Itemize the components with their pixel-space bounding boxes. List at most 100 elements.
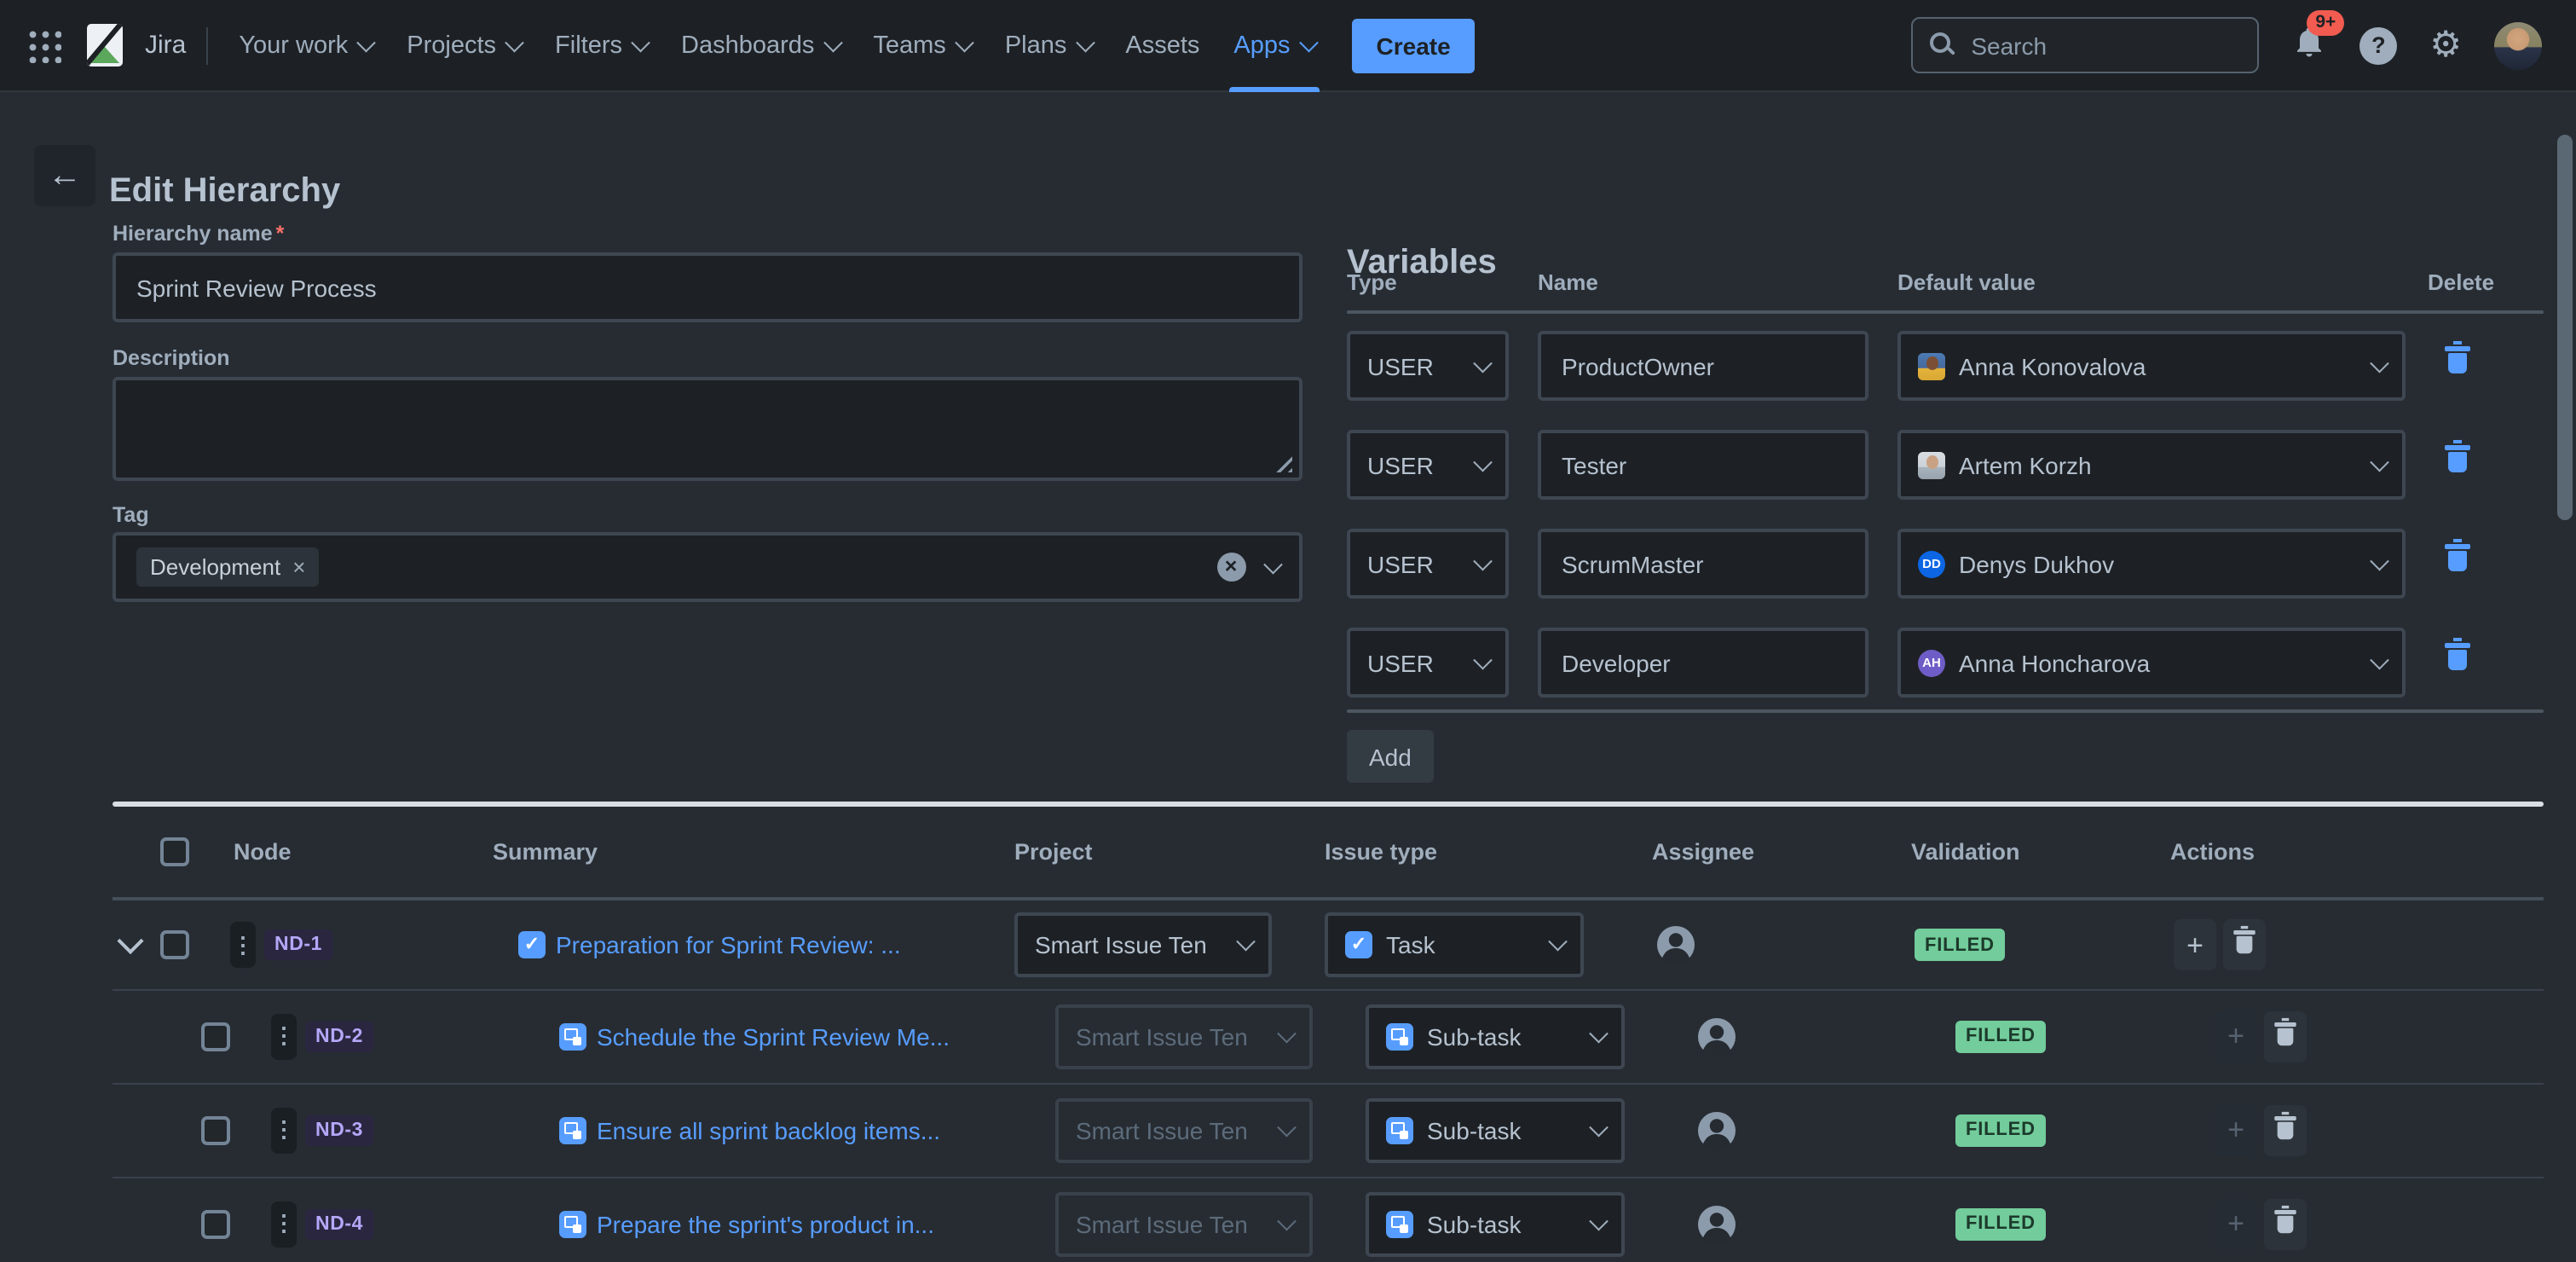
project-select[interactable]: Smart Issue Ten [1055, 1191, 1313, 1256]
delete-variable-button[interactable] [2445, 646, 2470, 679]
search-input[interactable] [1911, 17, 2259, 73]
nav-item-plans[interactable]: Plans [988, 0, 1109, 91]
drag-handle-icon[interactable]: ⋮ [271, 1201, 297, 1247]
delete-variable-button[interactable] [2445, 449, 2470, 481]
row-divider [113, 1177, 2544, 1178]
project-select-value: Smart Issue Ten [1076, 1210, 1248, 1237]
variable-row: USER Anna Konovalova [1347, 331, 2544, 401]
delete-node-button[interactable] [2264, 1104, 2307, 1155]
app-switcher-icon[interactable] [27, 28, 61, 62]
issue-type-icon [518, 931, 546, 958]
drag-handle-icon[interactable]: ⋮ [230, 922, 256, 968]
assignee-avatar-button[interactable] [1696, 1109, 1737, 1150]
variable-name-input[interactable] [1538, 331, 1868, 401]
nav-item-label: Teams [873, 32, 945, 59]
tag-multiselect[interactable]: Development × × [113, 532, 1302, 602]
issue-type-select[interactable]: Sub-task [1366, 1004, 1625, 1068]
select-all-checkbox[interactable] [160, 837, 189, 866]
summary-link[interactable]: Preparation for Sprint Review: ... [556, 931, 901, 958]
project-select[interactable]: Smart Issue Ten [1014, 912, 1272, 977]
node-id-badge: ND-1 [264, 929, 332, 960]
chevron-down-icon [2370, 353, 2388, 371]
delete-node-button[interactable] [2264, 1198, 2307, 1249]
user-avatar[interactable] [2494, 21, 2542, 69]
create-button[interactable]: Create [1353, 18, 1475, 72]
variable-default-value-select[interactable]: AH Anna Honcharova [1897, 628, 2406, 698]
remove-tag-icon[interactable]: × [292, 556, 305, 578]
add-child-node-button[interactable]: + [2174, 919, 2216, 970]
nav-right-cluster: 9+ ? ⚙ [1911, 17, 2542, 73]
notifications-button[interactable]: 9+ [2291, 23, 2327, 67]
assignee-avatar-button[interactable] [1696, 1016, 1737, 1056]
variable-type-select[interactable]: USER [1347, 430, 1509, 500]
nav-item-label: Assets [1125, 32, 1199, 59]
variable-name-input[interactable] [1538, 628, 1868, 698]
variables-col-default: Default value [1897, 269, 2036, 295]
row-checkbox[interactable] [201, 1209, 230, 1238]
issue-type-select[interactable]: Sub-task [1366, 1097, 1625, 1162]
row-checkbox[interactable] [160, 930, 189, 959]
clear-all-icon[interactable]: × [1216, 553, 1245, 582]
chevron-down-icon [357, 32, 375, 50]
issue-type-select[interactable]: Task [1325, 912, 1584, 977]
variable-type-select[interactable]: USER [1347, 331, 1509, 401]
variable-type-value: USER [1367, 352, 1434, 379]
nav-item-label: Apps [1233, 32, 1290, 59]
jira-logo-broken-image-icon[interactable] [87, 24, 123, 67]
assignee-avatar-button[interactable] [1655, 924, 1696, 965]
nav-item-filters[interactable]: Filters [538, 0, 664, 91]
delete-variable-button[interactable] [2445, 547, 2470, 580]
chevron-down-icon [632, 32, 650, 50]
variables-col-name: Name [1538, 269, 1598, 295]
person-icon [1696, 1109, 1737, 1150]
issue-type-select[interactable]: Sub-task [1366, 1191, 1625, 1256]
variable-type-select[interactable]: USER [1347, 628, 1509, 698]
scrollbar-thumb[interactable] [2557, 135, 2573, 520]
summary-link[interactable]: Prepare the sprint's product in... [597, 1210, 934, 1237]
project-select[interactable]: Smart Issue Ten [1055, 1004, 1313, 1068]
assignee-avatar-button[interactable] [1696, 1203, 1737, 1244]
variable-default-value-select[interactable]: DD Denys Dukhov [1897, 529, 2406, 599]
summary-link[interactable]: Schedule the Sprint Review Me... [597, 1022, 950, 1050]
variable-name-input[interactable] [1538, 430, 1868, 500]
drag-handle-icon[interactable]: ⋮ [271, 1013, 297, 1059]
add-child-node-button[interactable]: + [2215, 1010, 2257, 1062]
drag-handle-icon[interactable]: ⋮ [271, 1107, 297, 1153]
project-select[interactable]: Smart Issue Ten [1055, 1097, 1313, 1162]
row-checkbox[interactable] [201, 1022, 230, 1051]
table-col-issue-type: Issue type [1325, 839, 1437, 865]
back-button[interactable]: ← [34, 145, 95, 206]
nav-item-dashboards[interactable]: Dashboards [664, 0, 856, 91]
user-avatar: AH [1918, 649, 1945, 676]
add-child-node-button[interactable]: + [2215, 1198, 2257, 1249]
nav-item-assets[interactable]: Assets [1108, 0, 1216, 91]
table-row-content: ⋮ ND-2 Schedule the Sprint Review Me... … [41, 989, 2576, 1083]
table-row: ⋮ ND-1 Preparation for Sprint Review: ..… [0, 900, 2576, 989]
summary-link[interactable]: Ensure all sprint backlog items... [597, 1116, 940, 1143]
nav-item-your-work[interactable]: Your work [222, 0, 390, 91]
variable-default-value-select[interactable]: Artem Korzh [1897, 430, 2406, 500]
gear-icon[interactable]: ⚙ [2429, 27, 2462, 63]
trash-icon [2278, 1028, 2294, 1045]
row-checkbox[interactable] [201, 1115, 230, 1144]
help-icon[interactable]: ? [2359, 26, 2397, 64]
variable-default-value-select[interactable]: Anna Konovalova [1897, 331, 2406, 401]
issue-type-select-value: Sub-task [1427, 1022, 1522, 1050]
delete-node-button[interactable] [2223, 919, 2266, 970]
delete-node-button[interactable] [2264, 1010, 2307, 1062]
nav-item-teams[interactable]: Teams [856, 0, 987, 91]
nav-item-apps[interactable]: Apps [1216, 0, 1331, 91]
issue-type-icon [559, 1116, 586, 1143]
delete-variable-button[interactable] [2445, 350, 2470, 382]
user-avatar [1918, 352, 1945, 379]
notification-count-badge: 9+ [2307, 9, 2344, 36]
variable-type-select[interactable]: USER [1347, 529, 1509, 599]
add-child-node-button[interactable]: + [2215, 1104, 2257, 1155]
chevron-down-icon[interactable] [1263, 554, 1281, 572]
variable-name-input[interactable] [1538, 529, 1868, 599]
description-textarea[interactable] [113, 377, 1302, 481]
nav-item-projects[interactable]: Projects [390, 0, 538, 91]
hierarchy-name-input[interactable] [113, 252, 1302, 322]
add-variable-button[interactable]: Add [1347, 730, 1434, 783]
variable-row: USER DD Denys Dukhov [1347, 529, 2544, 599]
